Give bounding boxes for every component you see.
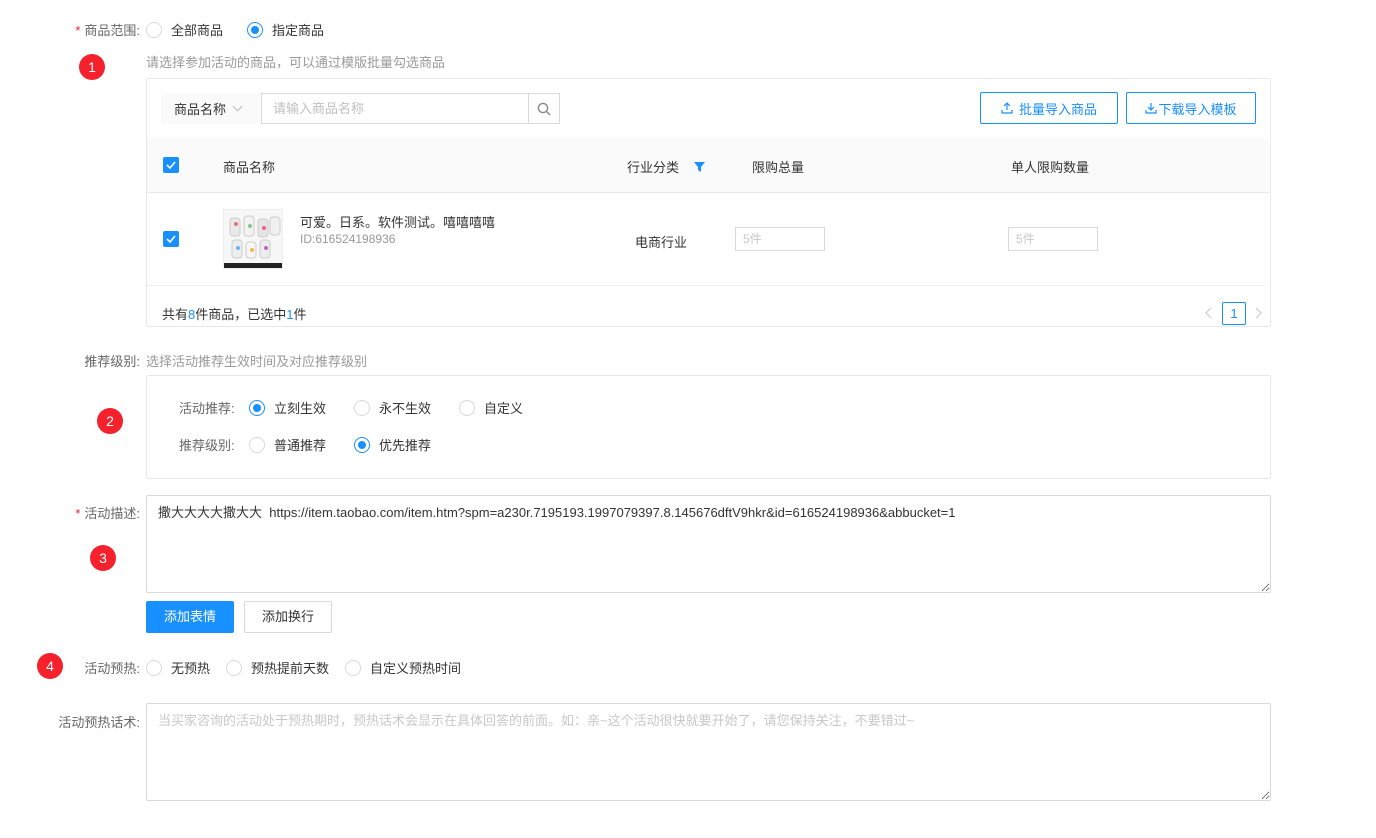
selection-summary: 共有8件商品，已选中1件 xyxy=(162,307,307,322)
column-limit-per-user: 单人限购数量 xyxy=(1011,160,1090,175)
chevron-down-icon xyxy=(232,101,243,112)
filter-icon[interactable] xyxy=(694,161,706,172)
download-template-button[interactable]: 下载导入模板 xyxy=(1126,92,1256,124)
preheat-option-custom[interactable]: 自定义预热时间 xyxy=(345,658,461,677)
product-name: 可爱。日系。软件测试。嘻嘻嘻嘻 xyxy=(300,215,496,230)
column-industry: 行业分类 xyxy=(627,157,706,176)
radio-circle[interactable] xyxy=(459,399,476,416)
radio-circle[interactable] xyxy=(146,659,162,676)
preheat-text-label: 活动预热话术: xyxy=(58,715,140,730)
product-industry: 电商行业 xyxy=(635,235,688,250)
bulk-import-button[interactable]: 批量导入商品 xyxy=(980,92,1118,124)
radio-circle[interactable] xyxy=(247,21,264,38)
search-button[interactable] xyxy=(528,93,560,124)
level-option-priority[interactable]: 优先推荐 xyxy=(354,435,431,454)
description-label: * 活动描述: xyxy=(75,506,140,521)
check-icon xyxy=(166,235,176,243)
activity-option-never[interactable]: 永不生效 xyxy=(354,398,431,417)
upload-icon xyxy=(1001,102,1013,114)
recommend-panel xyxy=(146,375,1271,479)
add-newline-button[interactable]: 添加换行 xyxy=(244,601,332,633)
product-thumbnail xyxy=(223,209,283,269)
select-all-checkbox[interactable] xyxy=(163,157,179,173)
recommend-level-label: 推荐级别: xyxy=(179,438,235,453)
radio-circle[interactable] xyxy=(226,659,243,676)
step-marker-3: 3 xyxy=(90,545,116,571)
download-icon xyxy=(1145,103,1158,114)
search-icon xyxy=(537,102,551,115)
recommend-hint: 选择活动推荐生效时间及对应推荐级别 xyxy=(146,354,368,369)
activity-option-custom[interactable]: 自定义 xyxy=(459,398,523,417)
scope-radio-group: 全部商品 指定商品 xyxy=(146,20,348,39)
product-id: ID:616524198936 xyxy=(300,232,396,246)
radio-circle[interactable] xyxy=(146,21,162,38)
table-row: 可爱。日系。软件测试。嘻嘻嘻嘻 ID:616524198936 电商行业 xyxy=(147,193,1265,286)
column-product-name: 商品名称 xyxy=(223,160,276,175)
preheat-option-none[interactable]: 无预热 xyxy=(146,658,210,677)
row-checkbox[interactable] xyxy=(163,231,179,247)
search-input[interactable] xyxy=(261,93,529,124)
scope-option-specified[interactable]: 指定商品 xyxy=(247,20,324,39)
search-field-select[interactable]: 商品名称 xyxy=(161,93,261,124)
radio-circle[interactable] xyxy=(249,436,265,453)
pager-prev-button[interactable] xyxy=(1205,306,1215,322)
level-option-normal[interactable]: 普通推荐 xyxy=(249,435,326,454)
limit-per-user-input[interactable] xyxy=(1008,227,1098,251)
chevron-right-icon xyxy=(1255,307,1262,319)
limit-total-input[interactable] xyxy=(735,227,825,251)
check-icon xyxy=(166,161,176,169)
radio-circle[interactable] xyxy=(354,436,371,453)
preheat-option-days[interactable]: 预热提前天数 xyxy=(226,658,329,677)
activity-option-immediate[interactable]: 立刻生效 xyxy=(249,398,326,417)
pager-next-button[interactable] xyxy=(1254,306,1264,322)
step-marker-1: 1 xyxy=(79,54,105,80)
preheat-label: 活动预热: xyxy=(84,661,140,676)
radio-circle[interactable] xyxy=(354,399,371,416)
chevron-left-icon xyxy=(1205,307,1212,319)
radio-circle[interactable] xyxy=(345,659,362,676)
activity-recommend-label: 活动推荐: xyxy=(179,401,235,416)
table-header: 商品名称 行业分类 限购总量 单人限购数量 xyxy=(147,138,1269,193)
activity-recommend-group: 立刻生效 永不生效 自定义 xyxy=(249,398,547,417)
column-limit-total: 限购总量 xyxy=(752,160,805,175)
preheat-text-textarea[interactable] xyxy=(146,703,1271,801)
scope-label: * 商品范围: xyxy=(75,23,140,38)
scope-option-all[interactable]: 全部商品 xyxy=(146,20,223,39)
pager-page[interactable]: 1 xyxy=(1222,302,1246,325)
recommend-label: 推荐级别: xyxy=(84,354,140,369)
step-marker-2: 2 xyxy=(97,408,123,434)
description-textarea[interactable]: 撒大大大大撒大大 https://item.taobao.com/item.ht… xyxy=(146,495,1271,593)
recommend-level-group: 普通推荐 优先推荐 xyxy=(249,435,455,454)
add-emoji-button[interactable]: 添加表情 xyxy=(146,601,234,633)
scope-hint: 请选择参加活动的商品，可以通过模版批量勾选商品 xyxy=(146,55,446,70)
radio-circle[interactable] xyxy=(249,399,265,416)
preheat-radio-group: 无预热 预热提前天数 自定义预热时间 xyxy=(146,658,485,677)
